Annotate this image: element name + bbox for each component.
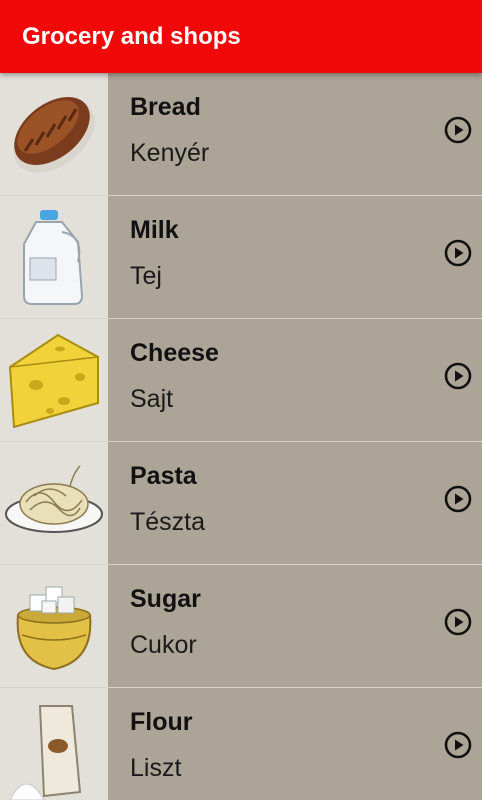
list-item-milk[interactable]: Milk Tej — [0, 196, 482, 319]
item-translation: Kenyér — [130, 139, 210, 167]
item-name: Sugar — [130, 585, 201, 613]
item-name: Milk — [130, 216, 179, 244]
vocabulary-list: Bread Kenyér Milk Tej Cheese Sajt Pasta … — [0, 73, 482, 800]
item-translation: Tészta — [130, 508, 206, 536]
list-item-sugar[interactable]: Sugar Cukor — [0, 565, 482, 688]
play-circle-icon[interactable] — [443, 238, 473, 268]
item-translation: Liszt — [130, 754, 182, 782]
item-translation: Cukor — [130, 631, 197, 659]
flour-bag-image — [0, 688, 108, 800]
app-bar: Grocery and shops — [0, 0, 482, 73]
list-item-flour[interactable]: Flour Liszt — [0, 688, 482, 800]
item-name: Pasta — [130, 462, 197, 490]
item-translation: Sajt — [130, 385, 174, 413]
item-name: Bread — [130, 93, 201, 121]
item-translation: Tej — [130, 262, 162, 290]
sugar-bowl-image — [0, 565, 108, 687]
play-circle-icon[interactable] — [443, 607, 473, 637]
milk-jug-image — [0, 196, 108, 318]
bread-image — [0, 73, 108, 195]
list-item-bread[interactable]: Bread Kenyér — [0, 73, 482, 196]
list-item-cheese[interactable]: Cheese Sajt — [0, 319, 482, 442]
app-title: Grocery and shops — [22, 23, 241, 50]
play-circle-icon[interactable] — [443, 484, 473, 514]
play-circle-icon[interactable] — [443, 115, 473, 145]
item-name: Cheese — [130, 339, 219, 367]
pasta-image — [0, 442, 108, 564]
play-circle-icon[interactable] — [443, 730, 473, 760]
cheese-image — [0, 319, 108, 441]
item-name: Flour — [130, 708, 193, 736]
list-item-pasta[interactable]: Pasta Tészta — [0, 442, 482, 565]
play-circle-icon[interactable] — [443, 361, 473, 391]
